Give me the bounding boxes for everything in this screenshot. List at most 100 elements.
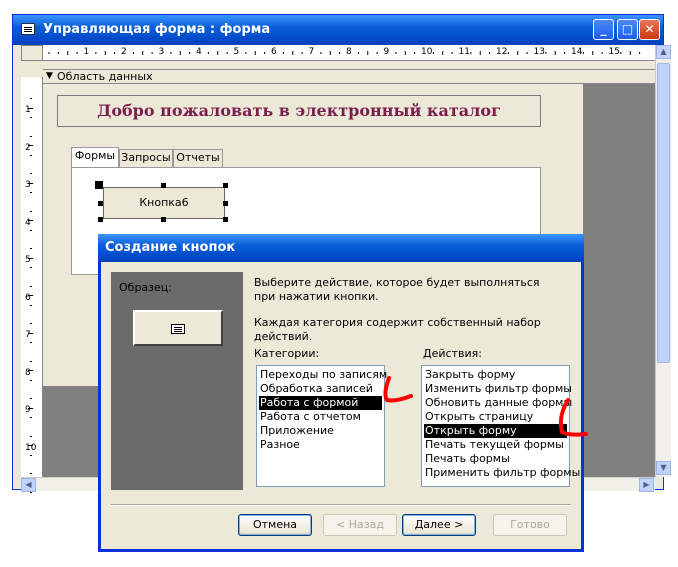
ruler-tick (28, 445, 33, 447)
resize-handle[interactable] (98, 217, 103, 222)
cancel-button[interactable]: Отмена (238, 514, 312, 536)
action-item[interactable]: Открыть форму (424, 424, 567, 438)
note-text: Каждая категория содержит собственный на… (254, 316, 541, 343)
action-item[interactable]: Печать текущей формы (424, 438, 567, 452)
detail-section-bar[interactable]: ▼ Область данных (43, 69, 655, 84)
ruler-tick (30, 492, 32, 494)
next-button[interactable]: Далее > (402, 514, 476, 536)
maximize-button[interactable]: □ (617, 19, 638, 40)
ruler-number: 8 (346, 47, 352, 57)
category-item[interactable]: Переходы по записям (259, 368, 387, 382)
resize-handle[interactable] (98, 201, 103, 206)
ruler-number: 11 (458, 47, 470, 57)
ruler-corner[interactable] (21, 45, 43, 61)
ruler-number: 13 (533, 47, 545, 57)
ruler-tick (30, 98, 32, 100)
red-annotation-mark (383, 376, 413, 403)
ruler-number: 7 (308, 47, 315, 57)
tab-queries[interactable]: Запросы (119, 149, 173, 167)
ruler-tick (30, 417, 32, 419)
resize-handle[interactable] (161, 217, 166, 222)
empty-area (583, 84, 655, 386)
ruler-number: 10 (421, 47, 433, 57)
ruler-number: 4 (196, 47, 202, 57)
form-icon (21, 23, 35, 35)
ruler-tick (30, 398, 32, 400)
scroll-thumb[interactable] (657, 63, 670, 363)
category-item[interactable]: Приложение (259, 424, 382, 438)
ruler-tick (30, 117, 32, 119)
scroll-up-icon[interactable]: ▲ (656, 45, 671, 59)
ruler-number: 3 (25, 180, 31, 190)
ruler-number: 10 (25, 442, 37, 453)
ruler-tick (28, 145, 33, 147)
ruler-tick (30, 229, 32, 231)
ruler-tick (30, 435, 32, 437)
ruler-number: 6 (25, 292, 31, 303)
action-item[interactable]: Закрыть форму (424, 368, 567, 382)
vertical-ruler[interactable]: 1 2 3 4 5 6 7 8 9 10 (21, 77, 43, 494)
ruler-tick (28, 295, 33, 297)
back-button[interactable]: < Назад (323, 514, 397, 536)
command-button-wizard-dialog: Создание кнопок Образец: Выберите действ… (98, 234, 588, 552)
close-button[interactable]: ✕ (639, 19, 660, 40)
scroll-left-icon[interactable]: ◀ (21, 478, 36, 492)
ruler-number: 6 (271, 47, 277, 57)
welcome-heading-label[interactable]: Добро пожаловать в электронный каталог (57, 95, 541, 127)
resize-handle[interactable] (223, 183, 228, 188)
action-item[interactable]: Применить фильтр формы (424, 466, 580, 480)
resize-handle[interactable] (223, 201, 228, 206)
window-titlebar[interactable]: Управляющая форма : форма _ □ ✕ (13, 15, 663, 45)
sample-panel: Образец: (111, 272, 243, 490)
ruler-tick (28, 370, 33, 372)
ruler-number: 5 (233, 47, 240, 57)
category-item[interactable]: Работа с формой (259, 396, 382, 410)
tab-forms[interactable]: Формы (71, 147, 119, 167)
move-handle[interactable] (95, 181, 103, 189)
command-button-control[interactable]: Кнопка6 (103, 187, 225, 219)
category-item[interactable]: Обработка записей (259, 382, 382, 396)
action-item[interactable]: Обновить данные формы (424, 396, 572, 410)
action-item[interactable]: Печать формы (424, 452, 567, 466)
ruler-tick (28, 220, 33, 222)
action-item[interactable]: Изменить фильтр формы (424, 382, 572, 396)
red-annotation-mark (558, 398, 588, 437)
ruler-tick (28, 107, 33, 109)
dialog-title[interactable]: Создание кнопок (98, 234, 584, 262)
ruler-tick (30, 304, 32, 306)
separator (111, 504, 571, 506)
ruler-tick (30, 210, 32, 212)
ruler-tick (30, 248, 32, 250)
category-item[interactable]: Разное (259, 438, 382, 452)
ruler-tick (30, 154, 32, 156)
actions-listbox[interactable]: Закрыть форму Изменить фильтр формы Обнови… (421, 365, 580, 487)
finish-button[interactable]: Готово (493, 514, 567, 536)
resize-handle[interactable] (223, 217, 228, 222)
ruler-tick (30, 267, 32, 269)
category-item[interactable]: Работа с отчетом (259, 410, 382, 424)
section-arrow-icon: ▼ (46, 71, 53, 81)
window-title: Управляющая форма : форма (43, 22, 271, 37)
scroll-right-icon[interactable]: ▶ (639, 478, 654, 492)
action-item[interactable]: Открыть страницу (424, 410, 567, 424)
vertical-scrollbar[interactable]: ▲ ▼ (655, 45, 671, 477)
ruler-tick (28, 182, 33, 184)
ruler-number: 1 (25, 105, 31, 115)
ruler-tick (30, 192, 32, 194)
ruler-number: 1 (83, 47, 90, 57)
ruler-number: 15 (608, 47, 620, 57)
ruler-number: 8 (25, 367, 31, 378)
tab-reports[interactable]: Отчеты (173, 149, 223, 167)
scroll-down-icon[interactable]: ▼ (656, 461, 671, 475)
resize-handle[interactable] (161, 183, 166, 188)
categories-listbox[interactable]: Переходы по записям Обработка записей Рабо… (256, 365, 387, 487)
ruler-tick (30, 454, 32, 456)
ruler-number: 12 (496, 47, 508, 57)
minimize-button[interactable]: _ (593, 19, 614, 40)
categories-label: Категории: (254, 347, 320, 360)
ruler-number: 9 (383, 47, 390, 57)
sample-label: Образец: (119, 281, 172, 294)
ruler-tick (30, 285, 32, 287)
description-text: Выберите действие, которое будет выполня… (254, 276, 540, 303)
ruler-number: 3 (158, 47, 165, 57)
